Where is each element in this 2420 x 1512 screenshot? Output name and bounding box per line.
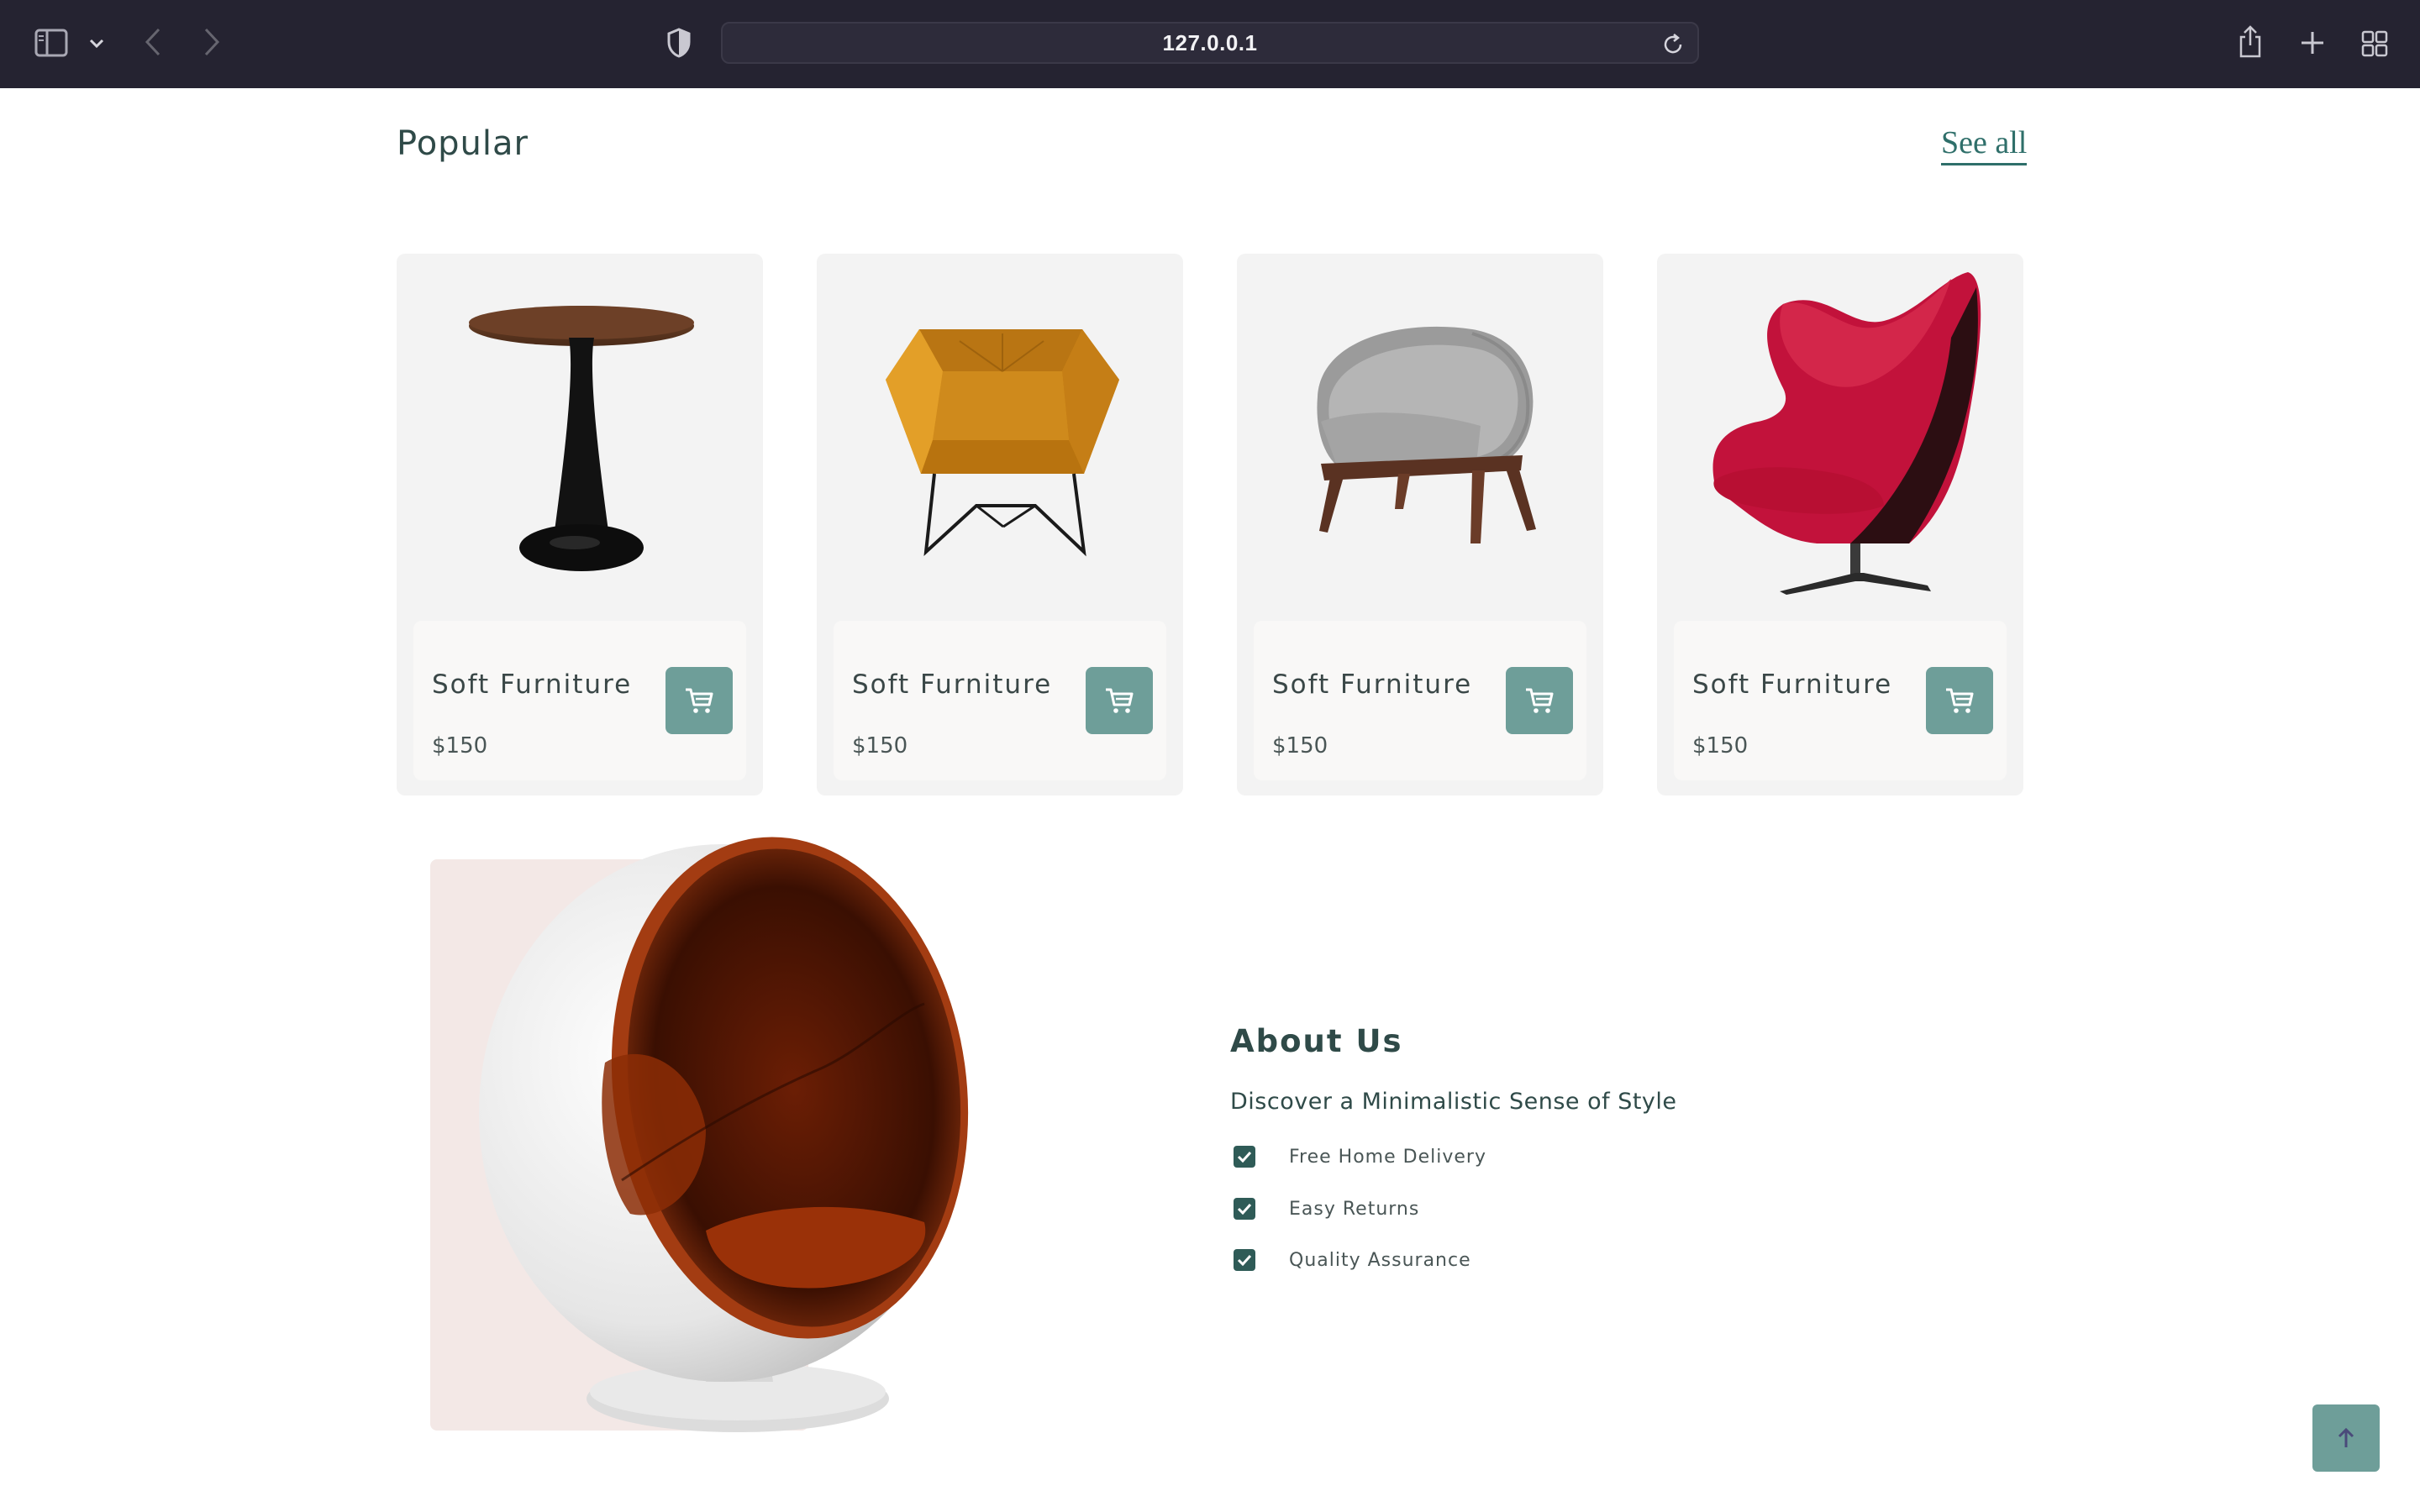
about-image-ball-chair [454, 827, 1008, 1441]
feature-label: Easy Returns [1289, 1198, 1420, 1220]
add-to-cart-button[interactable] [666, 667, 733, 734]
product-price: $150 [432, 733, 488, 759]
sidebar-toggle-icon[interactable] [32, 25, 71, 60]
browser-toolbar: 127.0.0.1 [0, 0, 2420, 88]
product-info: Soft Furniture $150 [1254, 621, 1586, 780]
feature-item: Quality Assurance [1234, 1249, 1471, 1271]
privacy-shield-icon[interactable] [662, 25, 696, 60]
product-image-orange-armchair [817, 254, 1183, 615]
arrow-up-icon [2338, 1427, 2354, 1447]
checkbox-checked-icon [1234, 1146, 1255, 1168]
forward-arrow-icon[interactable] [195, 24, 229, 60]
share-icon[interactable] [2232, 22, 2269, 62]
product-name: Soft Furniture [1692, 669, 1893, 700]
address-bar[interactable]: 127.0.0.1 [721, 22, 1699, 64]
product-name: Soft Furniture [1272, 669, 1473, 700]
popular-section-title: Popular [397, 124, 529, 163]
product-info: Soft Furniture $150 [413, 621, 746, 780]
about-title: About Us [1230, 1023, 1403, 1059]
add-to-cart-button[interactable] [1926, 667, 1993, 734]
checkbox-checked-icon [1234, 1198, 1255, 1220]
chevron-down-icon[interactable] [84, 29, 109, 59]
product-card[interactable]: Soft Furniture $150 [1237, 254, 1603, 795]
product-info: Soft Furniture $150 [834, 621, 1166, 780]
product-card[interactable]: Soft Furniture $150 [1657, 254, 2023, 795]
url-text: 127.0.0.1 [1162, 29, 1258, 55]
tab-overview-icon[interactable] [2356, 25, 2393, 62]
add-to-cart-button[interactable] [1506, 667, 1573, 734]
product-price: $150 [852, 733, 908, 759]
cart-icon [1526, 688, 1554, 713]
see-all-link[interactable]: See all [1941, 124, 2028, 165]
add-to-cart-button[interactable] [1086, 667, 1153, 734]
cart-icon [686, 688, 713, 713]
product-card[interactable]: Soft Furniture $150 [397, 254, 763, 795]
cart-icon [1106, 688, 1134, 713]
product-image-red-egg-chair [1657, 254, 2023, 615]
product-price: $150 [1272, 733, 1328, 759]
feature-label: Free Home Delivery [1289, 1146, 1486, 1168]
product-info: Soft Furniture $150 [1674, 621, 2007, 780]
scroll-to-top-button[interactable] [2312, 1404, 2380, 1472]
product-name: Soft Furniture [852, 669, 1053, 700]
product-card[interactable]: Soft Furniture $150 [817, 254, 1183, 795]
checkbox-checked-icon [1234, 1249, 1255, 1271]
new-tab-plus-icon[interactable] [2294, 24, 2331, 62]
product-price: $150 [1692, 733, 1749, 759]
product-image-grey-lounge-chair [1237, 254, 1603, 615]
reload-icon[interactable] [1660, 32, 1686, 57]
feature-item: Free Home Delivery [1234, 1146, 1486, 1168]
product-image-round-side-table [397, 254, 763, 615]
feature-item: Easy Returns [1234, 1198, 1419, 1220]
cart-icon [1946, 688, 1974, 713]
back-arrow-icon[interactable] [136, 24, 170, 60]
feature-label: Quality Assurance [1289, 1249, 1471, 1271]
product-name: Soft Furniture [432, 669, 633, 700]
about-subtitle: Discover a Minimalistic Sense of Style [1230, 1089, 1677, 1115]
